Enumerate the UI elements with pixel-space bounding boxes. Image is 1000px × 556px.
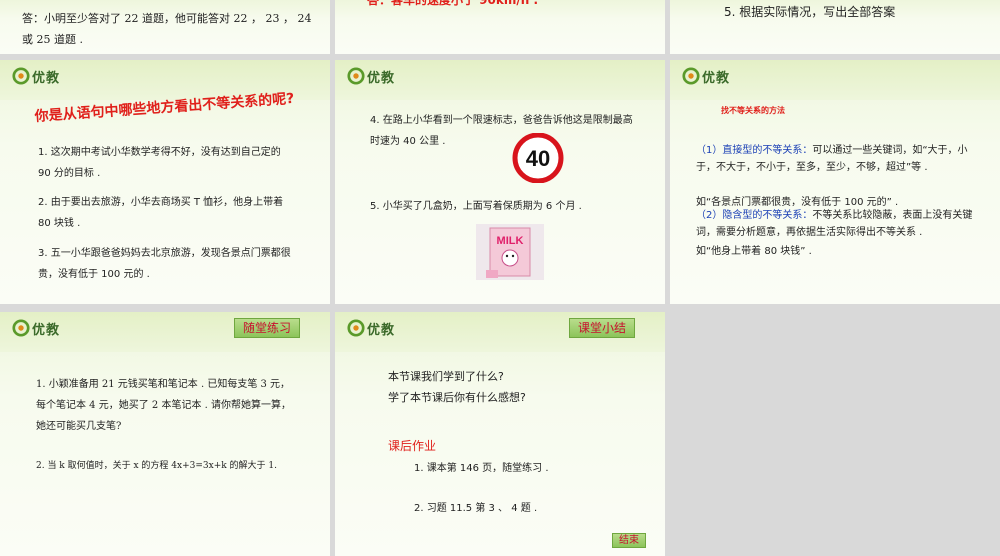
method-para-1: （1）直接型的不等关系：可以通过一些关键词，如“大于，小于，不大于，不小于，至多… [696, 142, 974, 176]
question-item-2: 2. 由于要出去旅游，小华去商场买 T 恤衫，他身上带着 80 块钱 . [38, 197, 284, 229]
answer-text: 答：小明至少答对了 22 道题，他可能答对 22 ， 23 ， 24 或 25 … [22, 12, 312, 46]
question-item-3: 3. 五一小华跟爸爸妈妈去北京旅游，发现各景点门票都很贵，没有低于 100 元的… [38, 248, 291, 280]
milk-label: MILK [497, 235, 524, 247]
method-para-2: （2）隐含型的不等关系：不等关系比较隐蔽，表面上没有关键词，需要分析题意，再依据… [696, 207, 974, 241]
logo-icon [682, 67, 700, 85]
method-p2-head: 隐含型的不等关系： [722, 210, 813, 221]
logo-text: 优教 [367, 322, 396, 338]
milk-carton-image: MILK [476, 224, 544, 280]
slide-method[interactable]: 优教 [670, 60, 1000, 304]
slide-top-middle[interactable]: 答：客车的速度小于 90km/h . [335, 0, 665, 54]
end-button[interactable]: 结束 [612, 533, 646, 548]
slide-top-right[interactable]: 5. 根据实际情况，写出全部答案 [670, 0, 1000, 54]
slide-top-left[interactable]: 答：小明至少答对了 22 道题，他可能答对 22 ， 23 ， 24 或 25 … [0, 0, 330, 54]
method-example-2: 如“他身上带着 80 块钱” . [696, 246, 812, 257]
practice-question-1: 1. 小颖准备用 21 元钱买笔和笔记本 . 已知每支笔 3 元，每个笔记本 4… [36, 379, 291, 432]
brand-logo: 优教 [682, 66, 730, 86]
sign-item-5: 5. 小华买了几盒奶，上面写着保质期为 6 个月 . [370, 201, 582, 212]
practice-question-2: 2. 当 k 取何值时，关于 x 的方程 4x+3=3x+k 的解大于 1. [36, 461, 277, 471]
logo-icon [12, 67, 30, 85]
homework-item-1: 1. 课本第 146 页，随堂练习 . [414, 463, 549, 474]
method-title: 找不等关系的方法 [721, 106, 785, 115]
answer-text: 答：客车的速度小于 90km/h . [367, 0, 539, 7]
method-p1-head: 直接型的不等关系： [722, 145, 813, 156]
summary-question-2: 学了本节课后你有什么感想? [388, 391, 526, 404]
method-p2-num: （2） [696, 210, 723, 221]
logo-icon [347, 67, 365, 85]
practice-tag: 随堂练习 [234, 318, 301, 338]
homework-title: 课后作业 [388, 439, 437, 453]
logo-text: 优教 [32, 70, 61, 86]
brand-logo: 优教 [347, 66, 395, 86]
logo-icon [12, 319, 30, 337]
logo-text: 优教 [702, 70, 731, 86]
summary-question-1: 本节课我们学到了什么? [388, 370, 504, 383]
question-item-1: 1. 这次期中考试小华数学考得不好，没有达到自己定的 90 分的目标 . [38, 147, 281, 179]
method-p1-num: （1） [696, 145, 723, 156]
brand-logo: 优教 [347, 318, 395, 338]
logo-text: 优教 [367, 70, 396, 86]
brand-logo: 优教 [12, 318, 60, 338]
homework-item-2: 2. 习题 11.5 第 3 、 4 题 . [414, 503, 538, 514]
answer-text: 5. 根据实际情况，写出全部答案 [724, 5, 896, 19]
logo-text: 优教 [32, 322, 61, 338]
sign-item-4: 4. 在路上小华看到一个限速标志，爸爸告诉他这是限制最高时速为 40 公里 . [370, 115, 633, 147]
speed-limit-value: 40 [526, 146, 550, 171]
logo-icon [347, 319, 365, 337]
slide-summary[interactable]: 优教 课堂小结 [335, 312, 665, 556]
summary-tag: 课堂小结 [569, 318, 636, 338]
brand-logo: 优教 [12, 66, 60, 86]
speed-limit-sign-icon: 40 [512, 133, 564, 183]
